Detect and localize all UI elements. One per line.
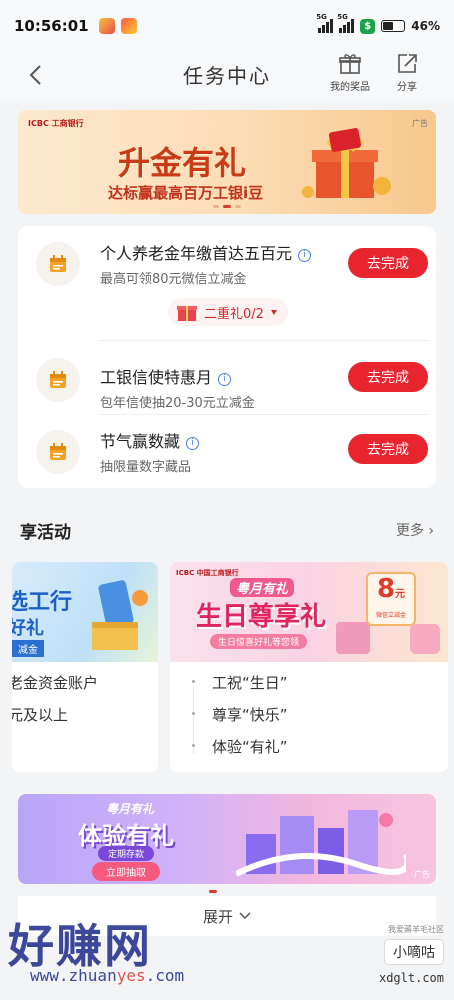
cake-illustration: [410, 624, 440, 654]
card-line: 老金资金账户: [12, 674, 99, 692]
activity-card[interactable]: 选工行 好礼 减金 老金资金账户 元及以上: [12, 562, 158, 772]
coupon-badge: 8元 微信立减金: [366, 572, 416, 626]
banner-tag: 定期存款: [98, 846, 155, 861]
task-description: 抽限量数字藏品: [100, 460, 192, 475]
share-button[interactable]: 分享: [381, 52, 433, 93]
calendar-icon: [36, 242, 80, 286]
ad-label: 广告: [414, 870, 430, 879]
my-prizes-button[interactable]: 我的奖品: [324, 52, 376, 93]
calendar-icon: [36, 430, 80, 474]
status-right: 5G 5G $ 46%: [316, 13, 440, 34]
carousel-indicator: [209, 890, 217, 893]
card-tag: 减金: [12, 640, 44, 657]
more-link[interactable]: 更多 ›: [396, 520, 434, 540]
calendar-icon: [36, 358, 80, 402]
complete-task-button[interactable]: 去完成: [348, 434, 428, 464]
task-description: 包年信使抽20-30元立减金: [100, 396, 255, 411]
card-tagline: 生日惊喜好礼等您领: [210, 634, 308, 649]
draw-now-button[interactable]: 立即抽取: [92, 862, 160, 881]
bank-logo: ICBC 中国工商银行: [176, 569, 239, 577]
banner-kicker: 粤月有礼: [106, 802, 155, 816]
nav-header: 任务中心 我的奖品 分享: [0, 52, 454, 100]
carousel-indicator: [213, 205, 241, 208]
gift-icon: [339, 54, 361, 74]
watermark-url: www.zhuanyes.com: [30, 966, 185, 985]
complete-task-button[interactable]: 去完成: [348, 362, 428, 392]
battery-icon: [381, 20, 406, 32]
watermark-badge: 我爱薅羊毛社区 小嘀咕 xdglt.com: [378, 925, 444, 985]
banner-subtitle: 达标赢最高百万工银i豆: [108, 184, 264, 202]
card-line: 体验“有礼”: [190, 736, 288, 768]
card-line: 元及以上: [12, 706, 69, 724]
task-title: 工银信使特惠月 i: [100, 364, 232, 388]
phone-illustration: [92, 580, 148, 650]
info-icon[interactable]: i: [186, 437, 200, 450]
activities-section: 享活动 更多 › 选工行 好礼 减金 老金资金账户 元及以上 ICBC 中国工商…: [0, 498, 454, 778]
card-list: 工祝“生日” 尊享“快乐” 体验“有礼”: [190, 672, 288, 768]
app-notification-icon: [98, 18, 115, 34]
task-title: 个人养老金年缴首达五百元 i: [100, 240, 312, 264]
card-headline: 生日尊享礼: [196, 602, 327, 632]
dollar-icon: $: [360, 18, 376, 34]
section-title: 享活动: [20, 523, 71, 543]
card-headline: 选工行: [12, 590, 73, 615]
status-time: 10:56:01: [14, 17, 89, 35]
info-icon[interactable]: i: [298, 249, 312, 262]
task-list: 个人养老金年缴首达五百元 i 最高可领80元微信立减金 去完成 二重礼0/2 工银…: [18, 226, 436, 488]
task-description: 最高可领80元微信立减金: [100, 272, 247, 287]
battery-percent: 46%: [411, 19, 440, 33]
gift-icon: [177, 306, 197, 321]
city-illustration: [236, 810, 406, 877]
ad-label: 广告: [412, 119, 428, 128]
signal-icon: 5G: [337, 13, 355, 33]
app-notification-icon: [120, 18, 137, 34]
task-title: 节气赢数藏 i: [100, 428, 200, 452]
card-headline: 好礼: [12, 618, 44, 639]
share-icon: [398, 54, 417, 73]
chevron-down-icon: [239, 912, 251, 920]
activity-image: ICBC 中国工商银行 粤月有礼 生日尊享礼 生日惊喜好礼等您领 8元 微信立减…: [170, 562, 448, 662]
status-app-icons: [98, 18, 137, 34]
info-icon[interactable]: i: [218, 373, 232, 386]
bonus-label: 二重礼0/2: [204, 306, 264, 322]
share-label: 分享: [397, 82, 417, 93]
card-kicker: 粤月有礼: [230, 578, 295, 597]
bonus-progress[interactable]: 二重礼0/2: [168, 298, 288, 326]
chevron-down-icon: [270, 310, 277, 315]
complete-task-button[interactable]: 去完成: [348, 248, 428, 278]
gift-box-illustration: [302, 128, 391, 198]
card-line: 工祝“生日”: [190, 672, 288, 704]
card-line: 尊享“快乐”: [190, 704, 288, 736]
activity-card[interactable]: ICBC 中国工商银行 粤月有礼 生日尊享礼 生日惊喜好礼等您领 8元 微信立减…: [170, 562, 448, 772]
bank-logo: ICBC 工商银行: [28, 119, 84, 128]
promo-banner[interactable]: 粤月有礼 体验有礼 定期存款 立即抽取 广告: [18, 794, 436, 884]
activity-image: 选工行 好礼 减金: [12, 562, 158, 662]
banner-headline: 升金有礼: [118, 144, 247, 182]
my-prizes-label: 我的奖品: [330, 82, 370, 93]
promo-banner[interactable]: ICBC 工商银行 广告 升金有礼 达标赢最高百万工银i豆: [18, 110, 436, 214]
chevron-right-icon: ›: [428, 523, 434, 539]
gift-box-illustration: [336, 622, 370, 654]
signal-icon: 5G: [316, 13, 334, 33]
status-bar: 10:56:01 5G 5G $ 46%: [0, 0, 454, 52]
